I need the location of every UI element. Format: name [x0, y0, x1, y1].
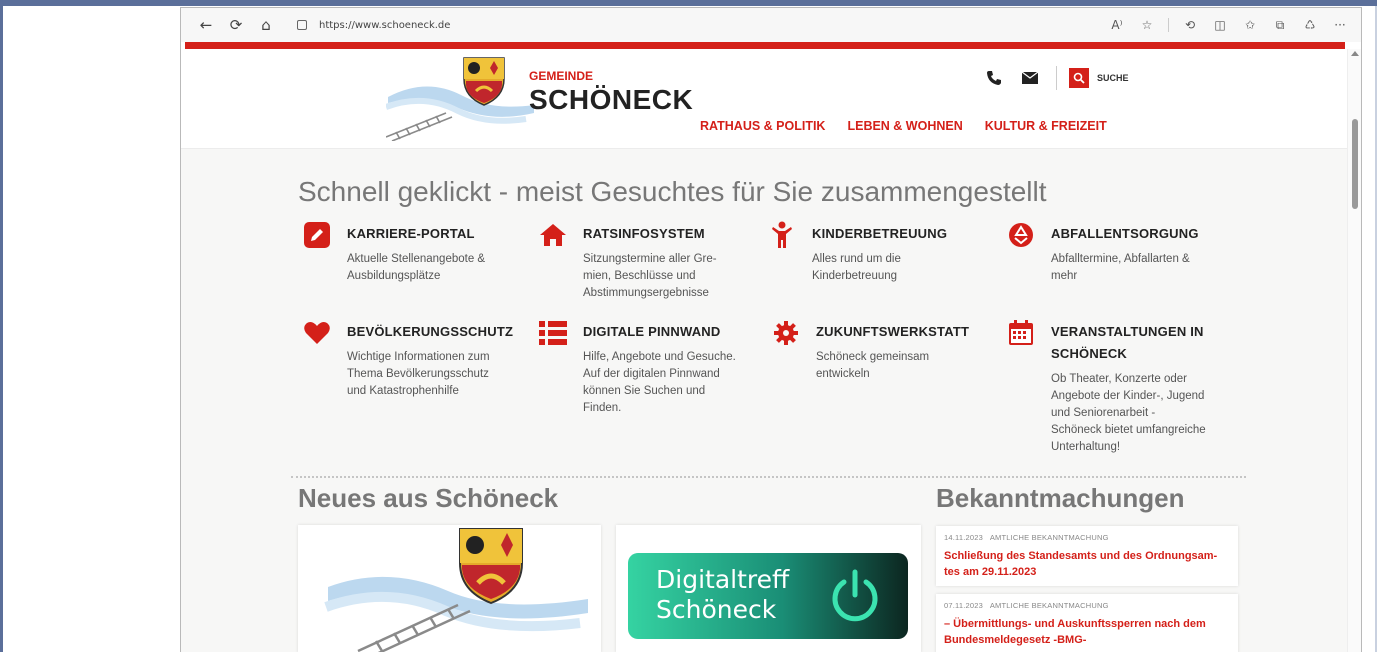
page-scrollbar[interactable] [1347, 49, 1361, 652]
announcement-title[interactable]: Schließung des Standesamts und des Ordnu… [944, 548, 1230, 580]
coat-of-arms-logo[interactable] [461, 55, 507, 107]
extension-icon: ⟲ [1184, 18, 1196, 32]
search-icon [1073, 72, 1085, 84]
digitaltreff-banner: Digitaltreff Schöneck [628, 553, 908, 639]
tile-title: ABFALLENTSORGUNG [1051, 226, 1199, 241]
brand-title[interactable]: SCHÖNECK [529, 84, 693, 116]
child-icon [768, 221, 796, 249]
more-menu-button[interactable]: ··· [1327, 12, 1353, 38]
tile-description: Aktuelle Stellenangebote & Ausbildungsplä… [347, 253, 486, 282]
tile-description: Sitzungstermine aller Gre-mien, Beschlüs… [583, 253, 717, 299]
scrollbar-thumb[interactable] [1352, 119, 1358, 209]
browser-window: ← ⟳ ⌂ https://www.schoeneck.de A⁾ ☆ ⟲ ◫ … [180, 7, 1362, 652]
tile-title: VERANSTALTUNGEN IN SCHÖNECK [1051, 324, 1204, 361]
digitaltreff-title: Digitaltreff Schöneck [656, 565, 790, 624]
search-label[interactable]: SUCHE [1097, 73, 1129, 83]
tile-description: Schöneck gemeinsam entwickeln [816, 351, 930, 380]
announcement-meta: 14.11.2023 AMTLICHE BEKANNTMACHUNG [944, 533, 1109, 542]
scroll-up-arrow-icon[interactable] [1351, 51, 1359, 56]
more-icon: ··· [1334, 18, 1346, 32]
news-card-crest[interactable] [298, 525, 601, 652]
main-navigation: RATHAUS & POLITIK LEBEN & WOHNEN KULTUR … [700, 119, 1107, 133]
read-aloud-icon: A⁾ [1111, 18, 1123, 32]
gear-icon [772, 319, 800, 347]
outer-frame-top [0, 0, 1377, 6]
brand-prefix: GEMEINDE [529, 69, 594, 83]
recycle-icon [1007, 221, 1035, 249]
heart-pulse-icon: ♺ [1304, 18, 1316, 32]
home-button[interactable]: ⌂ [251, 12, 281, 38]
list-icon [539, 319, 567, 347]
favorites-button[interactable]: ✩ [1237, 12, 1263, 38]
extension-button[interactable]: ⟲ [1177, 12, 1203, 38]
tile-description: Ob Theater, Konzerte oder Angebote der Ki… [1051, 373, 1206, 453]
tile-title: KINDERBETREUUNG [812, 226, 948, 241]
announcements-heading: Bekanntmachungen [936, 483, 1185, 513]
quick-links-heading: Schnell geklickt - meist Gesuchtes für S… [298, 176, 1047, 207]
nav-leben-wohnen[interactable]: LEBEN & WOHNEN [847, 119, 962, 133]
browser-essentials-button[interactable]: ♺ [1297, 12, 1323, 38]
section-divider [291, 476, 1246, 478]
read-aloud-button[interactable]: A⁾ [1104, 12, 1130, 38]
url-text: https://www.schoeneck.de [319, 19, 451, 31]
refresh-icon: ⟳ [229, 16, 243, 34]
search-button[interactable] [1069, 68, 1089, 88]
star-icon: ☆ [1141, 18, 1153, 32]
heart-icon [303, 319, 331, 347]
mail-icon[interactable] [1020, 68, 1040, 88]
page-content: Schnell geklickt - meist Gesuchtes für S… [181, 149, 1349, 652]
browser-toolbar: ← ⟳ ⌂ https://www.schoeneck.de A⁾ ☆ ⟲ ◫ … [181, 8, 1361, 42]
collections-icon: ⧉ [1275, 17, 1285, 32]
address-bar[interactable]: https://www.schoeneck.de [289, 14, 1029, 36]
header-actions: SUCHE [984, 66, 1129, 90]
favorites-icon: ✩ [1244, 18, 1256, 32]
tile-description: Hilfe, Angebote und Gesuche. Auf der digi… [583, 351, 736, 414]
phone-icon[interactable] [984, 68, 1004, 88]
tile-description: Alles rund um die Kinderbetreuung [812, 253, 901, 282]
toolbar-divider [1168, 18, 1169, 32]
collections-button[interactable]: ⧉ [1267, 12, 1293, 38]
page-info-icon[interactable] [297, 20, 307, 30]
back-button[interactable]: ← [191, 12, 221, 38]
announcement-item[interactable]: 14.11.2023 AMTLICHE BEKANNTMACHUNG Schli… [936, 526, 1238, 586]
announcement-meta: 07.11.2023 AMTLICHE BEKANNTMACHUNG [944, 601, 1109, 610]
toolbar-actions: A⁾ ☆ ⟲ ◫ ✩ ⧉ ♺ ··· [1104, 12, 1361, 38]
announcement-title[interactable]: – Übermittlungs- und Auskunftssperren na… [944, 616, 1230, 648]
calendar-icon [1007, 319, 1035, 347]
split-screen-icon: ◫ [1214, 18, 1226, 32]
add-favorite-button[interactable]: ☆ [1134, 12, 1160, 38]
announcement-item[interactable]: 07.11.2023 AMTLICHE BEKANNTMACHUNG – Übe… [936, 594, 1238, 652]
tile-description: Wichtige Informationen zum Thema Bevölker… [347, 351, 490, 397]
news-card-digitaltreff[interactable]: Digitaltreff Schöneck [616, 525, 921, 652]
power-icon [832, 569, 878, 622]
nav-kultur-freizeit[interactable]: KULTUR & FREIZEIT [985, 119, 1107, 133]
outer-frame-left [0, 6, 3, 652]
pencil-icon [303, 221, 331, 249]
site-header: GEMEINDE SCHÖNECK SUCHE RATHAUS & POLITI… [181, 49, 1349, 149]
tile-title: ZUKUNFTSWERKSTATT [816, 324, 970, 339]
tile-title: DIGITALE PINNWAND [583, 324, 721, 339]
header-divider [1056, 66, 1057, 90]
tile-title: BEVÖLKERUNGSSCHUTZ [347, 324, 514, 339]
split-screen-button[interactable]: ◫ [1207, 12, 1233, 38]
home-icon: ⌂ [261, 16, 271, 34]
nav-rathaus-politik[interactable]: RATHAUS & POLITIK [700, 119, 825, 133]
back-arrow-icon: ← [199, 16, 213, 34]
site-top-bar [185, 42, 1345, 49]
news-card-image [324, 528, 588, 652]
refresh-button[interactable]: ⟳ [221, 12, 251, 38]
tile-description: Abfalltermine, Abfallarten & mehr [1051, 253, 1190, 282]
house-icon [539, 221, 567, 249]
tile-title: KARRIERE-PORTAL [347, 226, 475, 241]
tile-title: RATSINFOSYSTEM [583, 226, 705, 241]
news-heading: Neues aus Schöneck [298, 483, 559, 513]
